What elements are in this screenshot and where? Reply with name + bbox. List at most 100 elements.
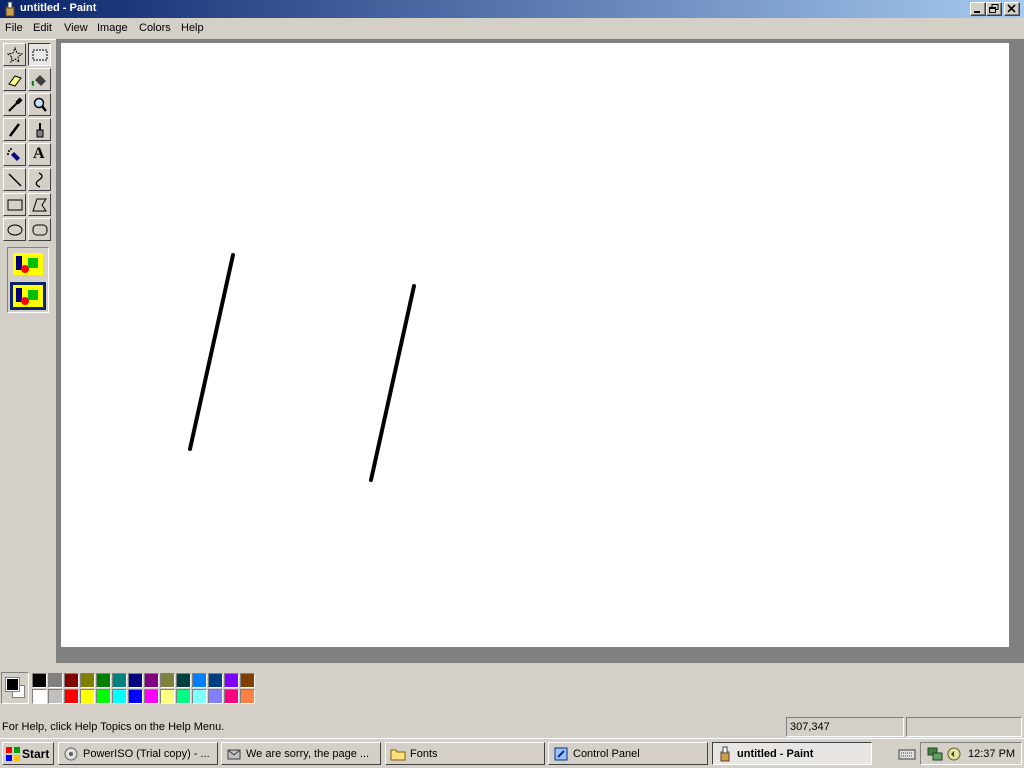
menu-image[interactable]: Image <box>97 22 128 34</box>
color-swatch[interactable] <box>192 673 207 688</box>
rect-select-tool[interactable] <box>28 43 51 66</box>
drawing-canvas[interactable] <box>61 43 1009 647</box>
menu-bar: File Edit View Image Colors Help <box>0 18 1024 38</box>
color-swatch[interactable] <box>48 689 63 704</box>
status-coords-panel: 307,347 <box>786 717 904 737</box>
free-form-select-tool[interactable] <box>3 43 26 66</box>
cursor-coordinates: 307,347 <box>790 721 830 733</box>
color-swatch[interactable] <box>240 673 255 688</box>
airbrush-icon <box>7 148 20 161</box>
keyboard-icon[interactable] <box>898 747 916 761</box>
magnifier-icon <box>33 97 47 112</box>
color-swatch[interactable] <box>160 689 175 704</box>
color-swatch[interactable] <box>224 689 239 704</box>
color-swatch[interactable] <box>32 673 47 688</box>
color-swatch[interactable] <box>32 689 47 704</box>
magnifier-tool[interactable] <box>28 93 51 116</box>
network-icon[interactable] <box>927 746 943 762</box>
tool-options-box <box>7 247 49 313</box>
fill-tool[interactable] <box>28 68 51 91</box>
status-bar: For Help, click Help Topics on the Help … <box>0 716 1024 738</box>
task-fonts[interactable]: Fonts <box>385 742 545 765</box>
restore-icon <box>989 4 999 13</box>
color-swatch[interactable] <box>128 689 143 704</box>
drawn-line <box>188 253 235 451</box>
foreground-color <box>5 677 20 692</box>
pencil-tool[interactable] <box>3 118 26 141</box>
task-paint[interactable]: untitled - Paint <box>712 742 872 765</box>
curve-icon <box>35 172 43 188</box>
browser-icon <box>227 749 241 760</box>
pencil-icon <box>9 123 20 137</box>
minimize-button[interactable] <box>970 2 986 16</box>
polygon-icon <box>32 198 47 212</box>
menu-file[interactable]: File <box>5 22 23 34</box>
curve-tool[interactable] <box>28 168 51 191</box>
task-control-panel[interactable]: Control Panel <box>548 742 708 765</box>
rectangle-tool[interactable] <box>3 193 26 216</box>
color-swatch[interactable] <box>112 689 127 704</box>
color-swatch[interactable] <box>112 673 127 688</box>
color-swatch[interactable] <box>224 673 239 688</box>
restore-button[interactable] <box>986 2 1002 16</box>
menu-edit[interactable]: Edit <box>33 22 52 34</box>
color-swatch[interactable] <box>144 689 159 704</box>
brush-tool[interactable] <box>28 118 51 141</box>
close-icon <box>1007 4 1016 13</box>
color-swatch[interactable] <box>144 673 159 688</box>
pick-color-tool[interactable] <box>3 93 26 116</box>
color-swatch[interactable] <box>80 673 95 688</box>
menu-colors[interactable]: Colors <box>139 22 171 34</box>
color-swatch[interactable] <box>128 673 143 688</box>
task-label: Control Panel <box>573 748 640 760</box>
color-swatch[interactable] <box>208 689 223 704</box>
ellipse-tool[interactable] <box>3 218 26 241</box>
eraser-tool[interactable] <box>3 68 26 91</box>
polygon-tool[interactable] <box>28 193 51 216</box>
task-browser[interactable]: We are sorry, the page ... <box>221 742 381 765</box>
color-swatch[interactable] <box>176 673 191 688</box>
close-button[interactable] <box>1004 2 1020 16</box>
color-swatch[interactable] <box>192 689 207 704</box>
color-swatch[interactable] <box>160 673 175 688</box>
system-tray: 12:37 PM <box>920 742 1022 765</box>
clock: 12:37 PM <box>968 748 1016 760</box>
task-label: Fonts <box>410 748 438 760</box>
folder-icon <box>390 749 406 761</box>
star-select-icon <box>6 46 24 64</box>
control-panel-icon <box>554 747 568 761</box>
volume-icon[interactable] <box>946 746 962 762</box>
opaque-option[interactable] <box>10 250 46 278</box>
menu-help[interactable]: Help <box>181 22 204 34</box>
start-button[interactable]: Start <box>2 742 54 765</box>
line-tool[interactable] <box>3 168 26 191</box>
color-swatch[interactable] <box>240 689 255 704</box>
color-swatch[interactable] <box>96 673 111 688</box>
eyedropper-icon <box>8 97 23 112</box>
window-title: untitled - Paint <box>20 2 97 14</box>
color-swatch[interactable] <box>208 673 223 688</box>
tool-box: A <box>0 39 56 663</box>
drawn-line <box>369 284 416 482</box>
rounded-rect-icon <box>32 224 48 236</box>
status-size-panel <box>906 717 1022 737</box>
rounded-rect-tool[interactable] <box>28 218 51 241</box>
dashed-rect-icon <box>32 49 48 61</box>
transparent-option[interactable] <box>10 282 46 310</box>
opaque-icon <box>13 253 43 275</box>
color-swatch[interactable] <box>80 689 95 704</box>
menu-view[interactable]: View <box>64 22 88 34</box>
color-swatch[interactable] <box>64 673 79 688</box>
paint-icon <box>720 746 730 762</box>
color-swatch[interactable] <box>64 689 79 704</box>
color-swatch[interactable] <box>48 673 63 688</box>
text-tool[interactable]: A <box>28 143 51 166</box>
color-swatch[interactable] <box>96 689 111 704</box>
airbrush-tool[interactable] <box>3 143 26 166</box>
task-poweriso[interactable]: PowerISO (Trial copy) - ... <box>58 742 218 765</box>
text-a-icon: A <box>33 145 45 162</box>
color-box <box>0 668 1024 714</box>
rectangle-icon <box>7 199 23 211</box>
start-label: Start <box>22 747 50 761</box>
color-swatch[interactable] <box>176 689 191 704</box>
